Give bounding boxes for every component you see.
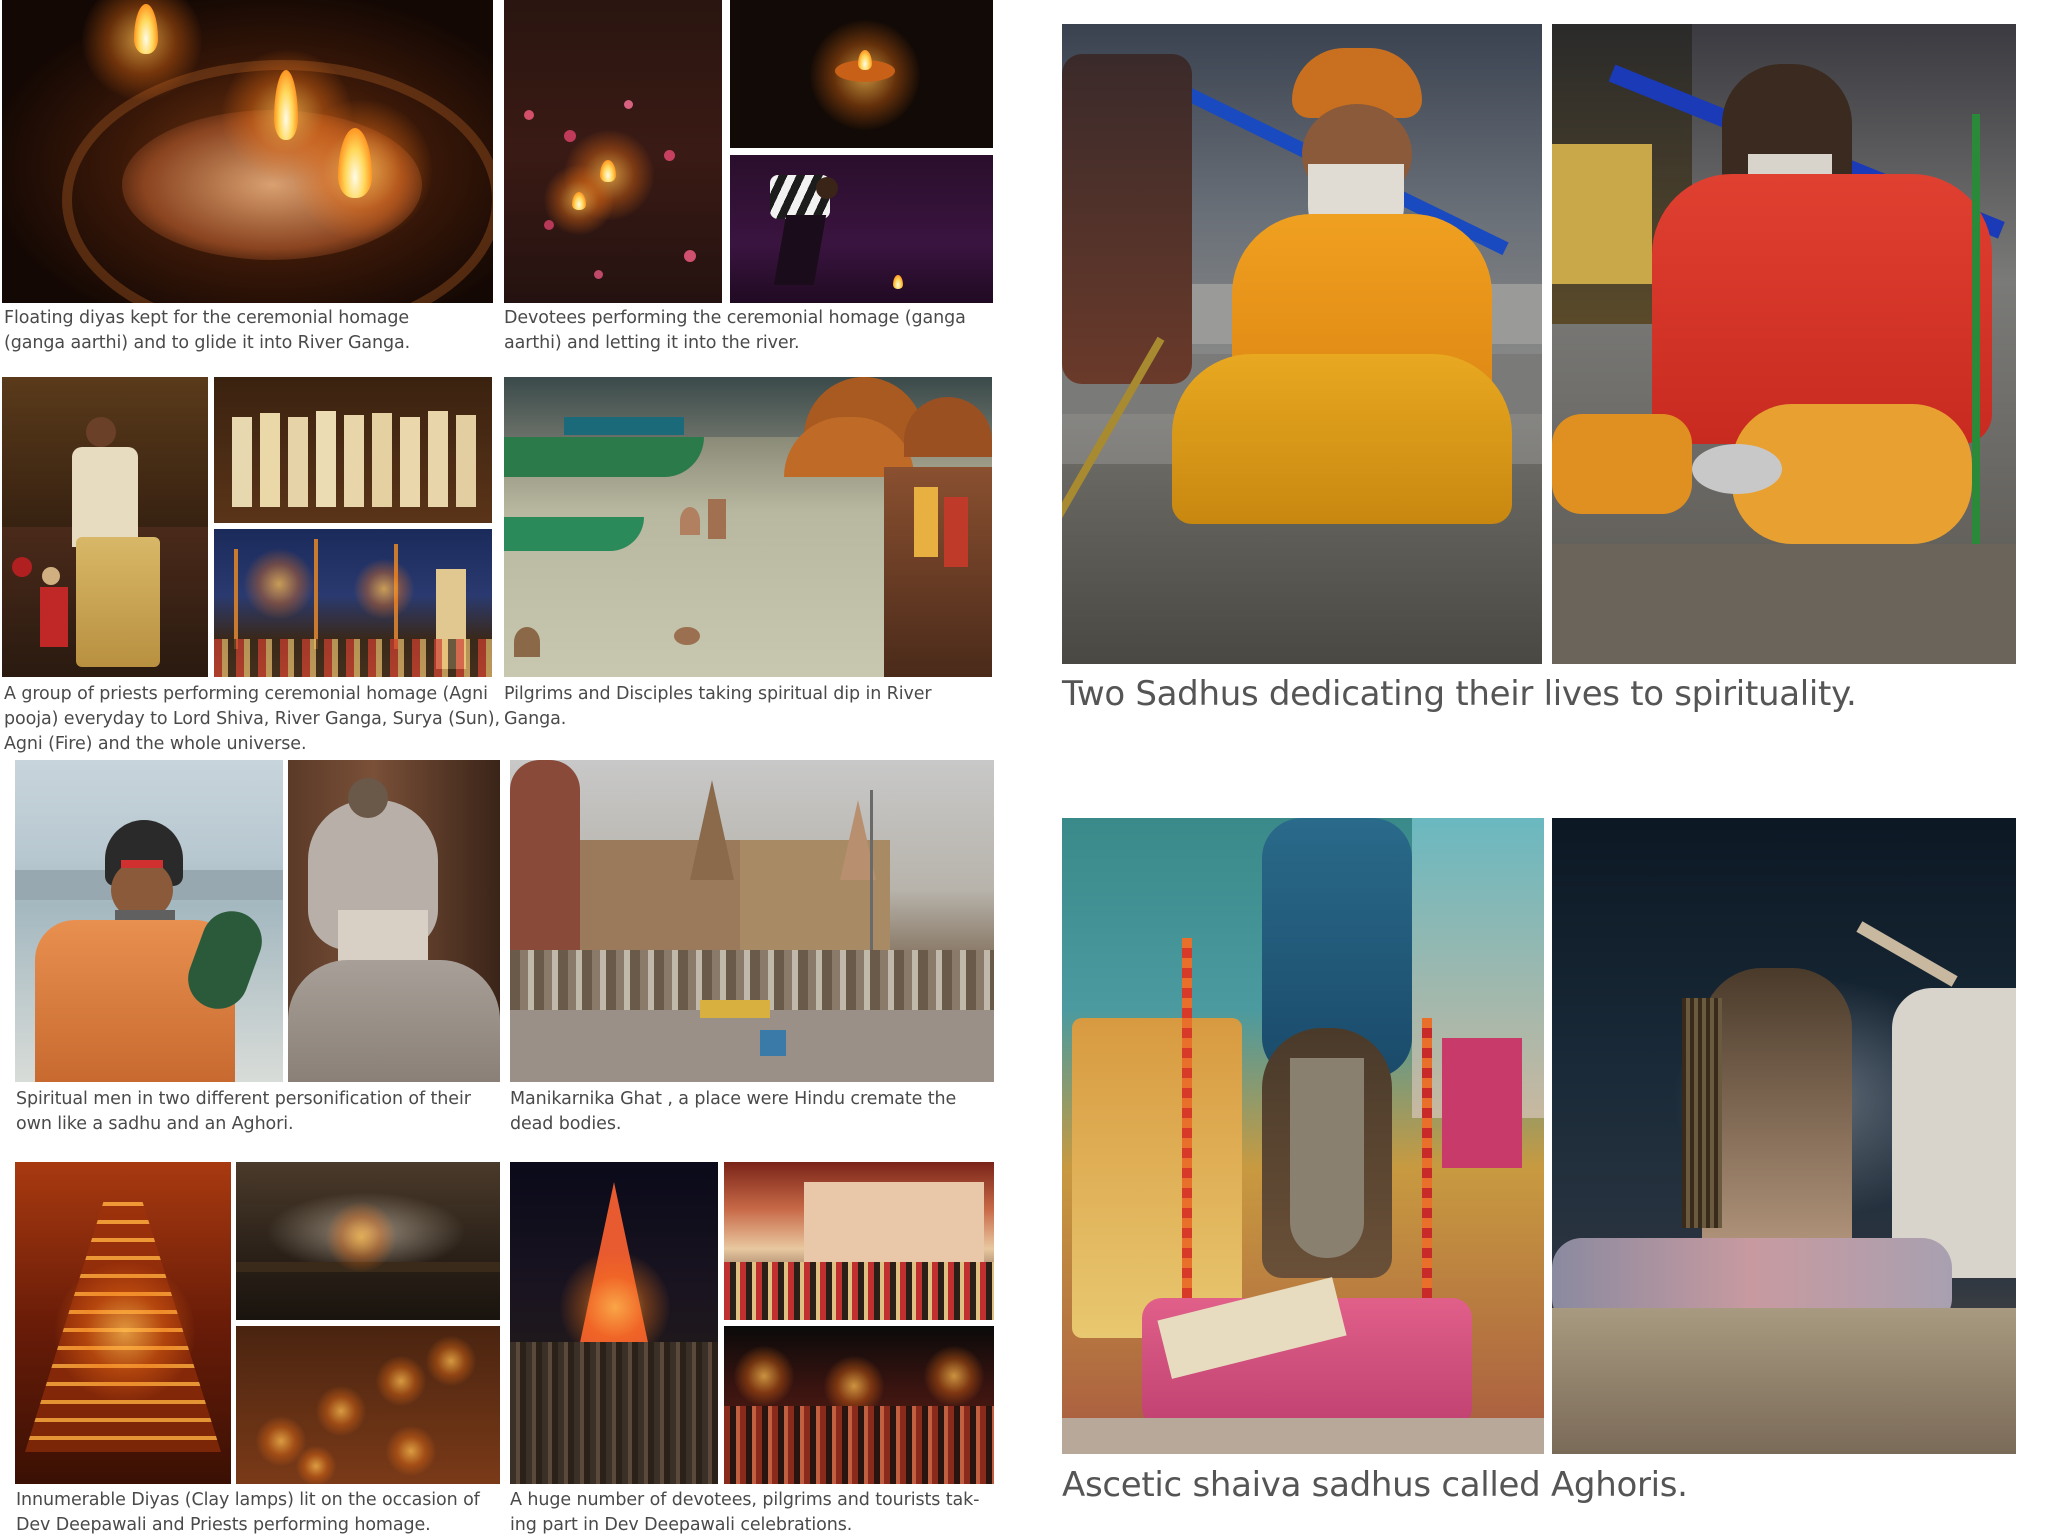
photo-devotees-river-left (504, 0, 722, 303)
photo-sadhu-red (1552, 24, 2016, 664)
photo-diyas-steps (15, 1162, 231, 1484)
photo-manikarnika-ghat (510, 760, 994, 1082)
photo-illuminated-tower (510, 1162, 718, 1484)
photo-aghori-ash-ceremony (1552, 818, 2016, 1454)
caption-floating-diyas: Floating diyas kept for the ceremonial h… (4, 308, 411, 353)
photo-aghori-ash (288, 760, 500, 1082)
caption-pilgrims-dip: Pilgrims and Disciples taking spiritual … (504, 684, 932, 729)
photo-diya-dark (730, 0, 993, 148)
caption-aghoris: Ascetic shaiva sadhus called Aghoris. (1062, 1465, 1688, 1505)
photo-priest-aarti (2, 377, 208, 677)
photo-diyas-ground (236, 1326, 500, 1484)
photo-pilgrims-dip (504, 377, 992, 677)
photo-priests-row (214, 377, 492, 523)
caption-devotees-homage: Devotees performing the ceremonial homag… (504, 308, 966, 353)
photo-ghat-crowd-night (724, 1326, 994, 1484)
caption-priests-pooja: A group of priests performing ceremonial… (4, 684, 500, 754)
caption-two-sadhus: Two Sadhus dedicating their lives to spi… (1062, 674, 1857, 714)
photo-floating-diyas (2, 0, 493, 303)
photo-sadhu-saffron (1062, 24, 1542, 664)
photo-priests-smoke (236, 1162, 500, 1320)
photo-ghat-crowd-day (724, 1162, 994, 1320)
photo-sadhu-orange (15, 760, 283, 1082)
caption-devotees-deepawali: A huge number of devotees, pilgrims and … (510, 1490, 980, 1535)
caption-manikarnika: Manikarnika Ghat , a place were Hindu cr… (510, 1089, 957, 1134)
caption-diyas-deepawali: Innumerable Diyas (Clay lamps) lit on th… (16, 1490, 480, 1535)
caption-spiritual-men: Spiritual men in two different personifi… (16, 1089, 471, 1134)
photo-devotee-letting-diya (730, 155, 993, 303)
photo-aghori-reading (1062, 818, 1544, 1454)
photo-aarti-crowd (214, 529, 492, 677)
